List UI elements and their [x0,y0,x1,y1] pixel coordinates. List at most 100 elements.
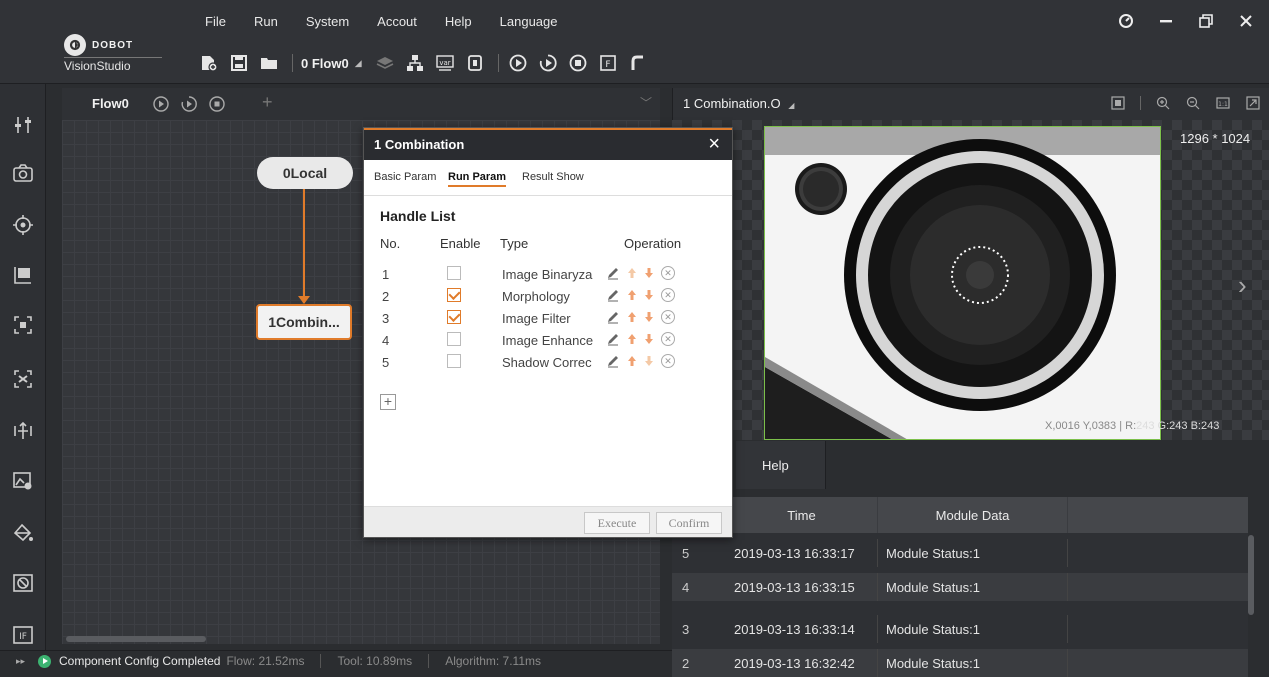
move-down-icon[interactable] [644,288,654,302]
move-up-icon[interactable] [627,266,637,280]
add-flow-icon[interactable]: + [262,92,273,113]
toolbar-divider [497,54,499,72]
variable-icon[interactable]: var [432,51,458,75]
close-icon[interactable]: × [708,133,720,156]
remove-icon[interactable]: ✕ [661,354,675,368]
image-source-selector[interactable]: 1 Combination.O ◢ [683,96,794,111]
remove-icon[interactable]: ✕ [661,266,675,280]
restore-icon[interactable] [1197,12,1215,30]
tab-flow0[interactable]: Flow0 [92,96,129,111]
actual-size-icon[interactable]: 1:1 [1215,95,1231,111]
remove-icon[interactable]: ✕ [661,288,675,302]
menu-file[interactable]: File [205,14,226,34]
adjust-icon[interactable] [10,112,36,138]
combination-dialog: 1 Combination × Basic Param Run Param Re… [363,127,733,538]
fit-window-icon[interactable] [1110,95,1126,111]
move-up-icon[interactable] [627,354,637,368]
dialog-title: 1 Combination [374,137,465,152]
run-loop-icon[interactable] [180,95,198,113]
menu-run[interactable]: Run [254,14,278,34]
table-row[interactable]: 4 2019-03-13 16:33:15 Module Status:1 [672,573,1248,601]
tab-help[interactable]: Help [736,441,826,489]
results-scrollbar[interactable] [1248,535,1254,615]
run-once-icon[interactable] [505,51,531,75]
recognize-icon[interactable] [10,312,36,338]
node-connector [303,189,305,303]
gauge-icon[interactable] [1117,12,1135,30]
confirm-button[interactable]: Confirm [656,512,722,534]
robot-arm-icon[interactable] [625,51,651,75]
enable-checkbox[interactable] [447,332,461,346]
enable-checkbox[interactable] [447,354,461,368]
tab-basic-param[interactable]: Basic Param [374,171,442,183]
column-no: No. [380,236,401,251]
camera-icon[interactable] [10,160,36,186]
menu-language[interactable]: Language [500,14,558,34]
save-icon[interactable] [226,51,252,75]
enable-checkbox[interactable] [447,288,461,302]
logic-if-icon[interactable]: IF [10,622,36,648]
zoom-in-icon[interactable] [1155,95,1171,111]
enable-checkbox[interactable] [447,266,461,280]
move-down-icon[interactable] [644,354,654,368]
tab-result-show[interactable]: Result Show [522,171,590,183]
fullscreen-icon[interactable] [1245,95,1261,111]
canvas-scrollbar[interactable] [66,636,206,642]
edit-icon[interactable] [606,332,620,346]
move-up-icon[interactable] [627,310,637,324]
close-window-icon[interactable] [1237,12,1255,30]
function-icon[interactable]: F [595,51,621,75]
device-icon[interactable] [462,51,488,75]
move-up-icon[interactable] [627,332,637,346]
table-row[interactable]: 3 2019-03-13 16:33:14 Module Status:1 [672,615,1248,643]
move-down-icon[interactable] [644,310,654,324]
edit-icon[interactable] [606,354,620,368]
menu-account[interactable]: Accout [377,14,417,34]
new-solution-icon[interactable] [196,51,222,75]
next-image-icon[interactable]: › [1238,270,1247,301]
stop-icon[interactable] [565,51,591,75]
menu-help[interactable]: Help [445,14,472,34]
add-handle-button[interactable]: + [380,394,396,410]
layers-icon[interactable] [372,51,398,75]
menu-system[interactable]: System [306,14,349,34]
row-time: 2019-03-13 16:32:42 [726,649,878,677]
remove-icon[interactable]: ✕ [661,310,675,324]
dialog-tabs: Basic Param Run Param Result Show [364,160,732,196]
node-local[interactable]: 0Local [257,157,353,189]
run-loop-icon[interactable] [535,51,561,75]
color-fill-icon[interactable] [10,520,36,546]
node-combination[interactable]: 1Combin... [256,304,352,340]
move-up-icon[interactable] [627,288,637,302]
measure-icon[interactable] [10,262,36,288]
move-down-icon[interactable] [644,332,654,346]
barcode-icon[interactable] [10,366,36,392]
edit-icon[interactable] [606,310,620,324]
calibration-icon[interactable] [10,418,36,444]
remove-icon[interactable]: ✕ [661,332,675,346]
expand-sidebar-icon[interactable]: ▸▸ [16,656,25,667]
image-process-icon[interactable] [10,468,36,494]
hierarchy-icon[interactable] [402,51,428,75]
move-down-icon[interactable] [644,266,654,280]
table-row[interactable]: 2 2019-03-13 16:32:42 Module Status:1 [672,649,1248,677]
row-number: 5 [682,545,690,561]
run-once-icon[interactable] [152,95,170,113]
enable-checkbox[interactable] [447,310,461,324]
table-row[interactable]: 5 2019-03-13 16:33:17 Module Status:1 [672,539,1248,567]
open-folder-icon[interactable] [256,51,282,75]
tab-run-param[interactable]: Run Param [448,171,507,187]
stop-icon[interactable] [208,95,226,113]
dialog-body: Handle List No. Enable Type Operation 1 … [364,196,732,506]
edit-icon[interactable] [606,266,620,280]
execute-button[interactable]: Execute [584,512,650,534]
chevron-down-icon[interactable]: ﹀ [640,94,652,111]
flow-selector[interactable]: 0 Flow0 ◢ [301,56,362,71]
defect-icon[interactable] [10,570,36,596]
svg-text:F: F [605,60,610,70]
zoom-out-icon[interactable] [1185,95,1201,111]
edit-icon[interactable] [606,288,620,302]
dialog-title-bar[interactable]: 1 Combination × [364,128,732,160]
locate-icon[interactable] [10,212,36,238]
minimize-icon[interactable] [1157,12,1175,30]
